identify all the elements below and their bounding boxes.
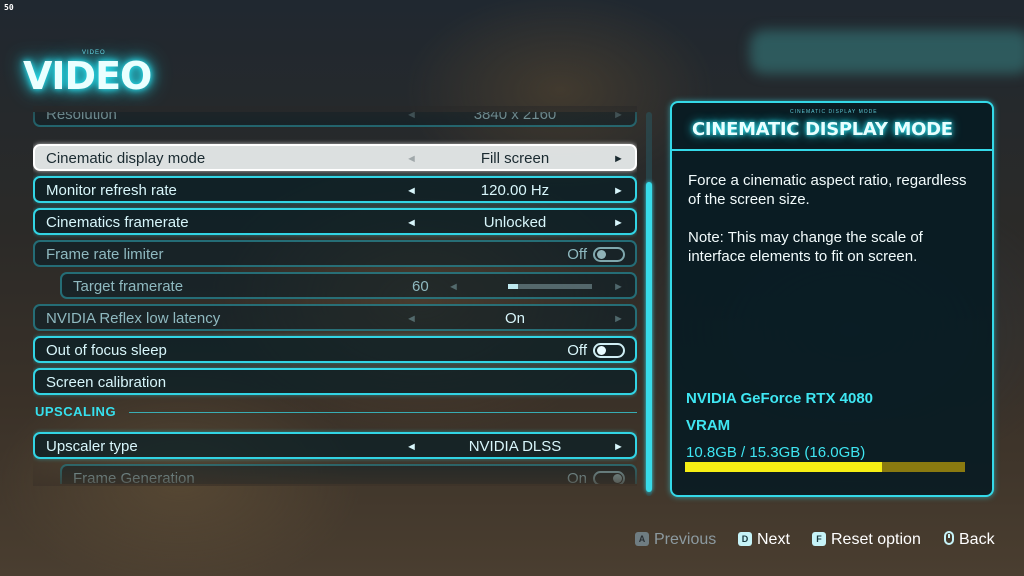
key-f-icon: F: [812, 532, 826, 546]
setting-value: Unlocked: [483, 214, 547, 231]
setting-label: Upscaler type: [46, 438, 138, 455]
settings-list: Resolution ◄ 3840 x 2160 ► Cinematic dis…: [33, 112, 637, 484]
arrow-right-icon[interactable]: ►: [613, 217, 624, 229]
arrow-left-icon[interactable]: ◄: [406, 153, 417, 165]
setting-value: Fill screen: [480, 150, 550, 167]
setting-label: Monitor refresh rate: [46, 182, 177, 199]
setting-label: Cinematic display mode: [46, 150, 206, 167]
info-panel-title: CINEMATIC DISPLAY MODE: [692, 119, 953, 140]
setting-value: 3840 x 2160: [473, 112, 557, 123]
page-title: VIDEO: [23, 54, 152, 98]
setting-label: Out of focus sleep: [46, 342, 167, 359]
setting-upscaler-type[interactable]: Upscaler type ◄ NVIDIA DLSS ►: [33, 432, 637, 459]
previous-label: Previous: [654, 531, 717, 548]
arrow-left-icon[interactable]: ◄: [406, 217, 417, 229]
reset-option-button[interactable]: F Reset option: [812, 531, 921, 551]
framerate-slider[interactable]: [508, 284, 592, 289]
description-note: Note: This may change the scale of inter…: [688, 229, 923, 265]
slider-fill: [508, 284, 519, 289]
scrollbar-thumb[interactable]: [646, 182, 652, 492]
setting-screen-calibration[interactable]: Screen calibration: [33, 368, 637, 395]
setting-monitor-refresh-rate[interactable]: Monitor refresh rate ◄ 120.00 Hz ►: [33, 176, 637, 203]
arrow-right-icon[interactable]: ►: [613, 441, 624, 453]
info-panel: CINEMATIC DISPLAY MODE CINEMATIC DISPLAY…: [670, 101, 994, 497]
setting-cinematic-display-mode[interactable]: Cinematic display mode ◄ Fill screen ►: [33, 144, 637, 171]
previous-button[interactable]: A Previous: [635, 531, 716, 551]
toggle-switch[interactable]: [593, 247, 625, 262]
setting-label: Cinematics framerate: [46, 214, 189, 231]
toggle-state: On: [566, 470, 587, 484]
toggle-switch[interactable]: [593, 343, 625, 358]
arrow-right-icon[interactable]: ►: [613, 281, 624, 293]
gpu-name: NVIDIA GeForce RTX 4080: [686, 390, 874, 407]
back-label: Back: [959, 531, 995, 548]
arrow-left-icon[interactable]: ◄: [406, 313, 417, 325]
setting-label: Frame rate limiter: [46, 246, 164, 263]
setting-value: NVIDIA DLSS: [468, 438, 562, 455]
toggle-state: Off: [567, 246, 587, 263]
vram-usage-fill: [685, 462, 883, 472]
setting-value: On: [504, 310, 525, 327]
next-label: Next: [757, 531, 790, 548]
toggle-knob: [597, 250, 606, 259]
reset-option-label: Reset option: [831, 531, 921, 548]
vram-value: 10.8GB / 15.3GB (16.0GB): [686, 444, 866, 461]
setting-frame-generation[interactable]: Frame Generation On: [60, 464, 637, 484]
arrow-right-icon[interactable]: ►: [613, 112, 624, 121]
key-a-icon: A: [635, 532, 649, 546]
mouse-icon: [944, 531, 954, 545]
section-divider: [129, 412, 637, 413]
setting-label: Resolution: [46, 112, 117, 123]
arrow-left-icon[interactable]: ◄: [406, 112, 417, 121]
info-panel-divider: [672, 149, 992, 151]
setting-nvidia-reflex[interactable]: NVIDIA Reflex low latency ◄ On ►: [33, 304, 637, 331]
setting-label: Target framerate: [73, 278, 184, 295]
toggle-knob: [613, 474, 622, 483]
arrow-right-icon[interactable]: ►: [613, 185, 624, 197]
fps-counter: 50: [4, 3, 14, 12]
arrow-left-icon[interactable]: ◄: [406, 185, 417, 197]
toggle-switch[interactable]: [593, 471, 625, 484]
setting-label: NVIDIA Reflex low latency: [46, 310, 221, 327]
setting-label: Frame Generation: [73, 470, 195, 484]
description-paragraph: Force a cinematic aspect ratio, regardle…: [688, 172, 967, 208]
back-button[interactable]: Back: [944, 531, 995, 551]
setting-value: 60: [412, 278, 429, 295]
arrow-right-icon[interactable]: ►: [613, 153, 624, 165]
setting-out-of-focus-sleep[interactable]: Out of focus sleep Off: [33, 336, 637, 363]
toggle-state: Off: [567, 342, 587, 359]
arrow-left-icon[interactable]: ◄: [448, 281, 459, 293]
toggle-knob: [597, 346, 606, 355]
vram-usage-bar: [685, 462, 965, 472]
setting-cinematics-framerate[interactable]: Cinematics framerate ◄ Unlocked ►: [33, 208, 637, 235]
info-panel-tiny-label: CINEMATIC DISPLAY MODE: [790, 109, 878, 115]
vram-label: VRAM: [686, 417, 731, 434]
setting-frame-rate-limiter[interactable]: Frame rate limiter Off: [33, 240, 637, 267]
setting-label: Screen calibration: [46, 374, 167, 391]
info-panel-description: Force a cinematic aspect ratio, regardle…: [688, 171, 978, 285]
next-button[interactable]: D Next: [738, 531, 790, 551]
key-d-icon: D: [738, 532, 752, 546]
setting-resolution[interactable]: Resolution ◄ 3840 x 2160 ►: [33, 112, 637, 127]
setting-target-framerate[interactable]: Target framerate 60 ◄ ►: [60, 272, 637, 299]
arrow-right-icon[interactable]: ►: [613, 313, 624, 325]
setting-value: 120.00 Hz: [480, 182, 550, 199]
section-heading-upscaling: UPSCALING: [35, 404, 117, 419]
arrow-left-icon[interactable]: ◄: [406, 441, 417, 453]
settings-scrollbar[interactable]: [646, 112, 652, 496]
top-right-glow: [750, 30, 1024, 74]
